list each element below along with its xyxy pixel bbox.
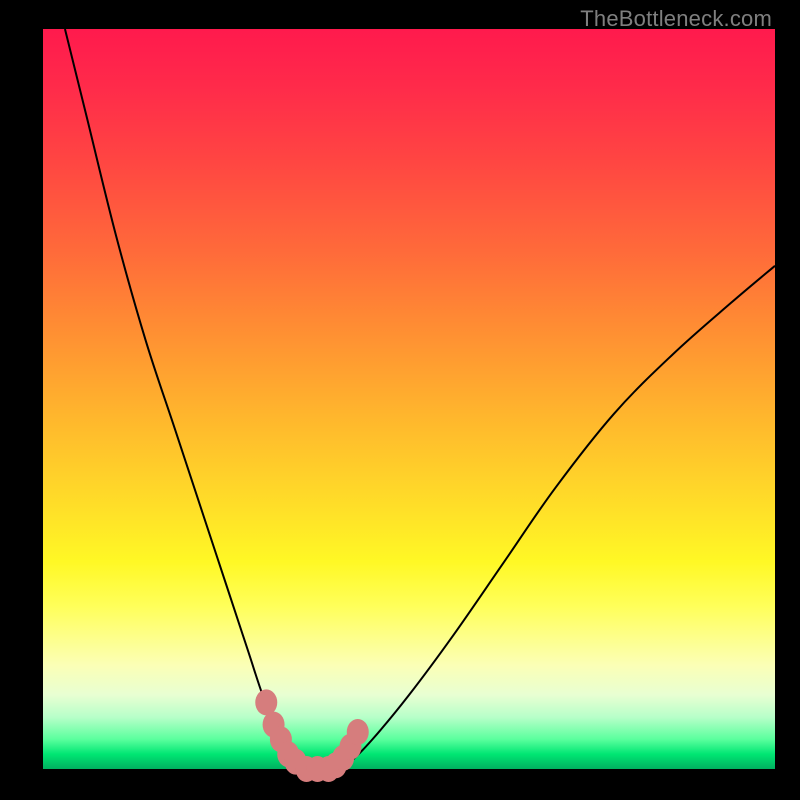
chart-svg xyxy=(0,0,800,800)
marker-group xyxy=(255,689,369,782)
marker-dot xyxy=(347,719,369,745)
chart-frame: TheBottleneck.com xyxy=(0,0,800,800)
left-curve xyxy=(65,29,299,769)
marker-dot xyxy=(255,689,277,715)
curve-group xyxy=(65,29,775,769)
right-curve xyxy=(336,266,775,769)
